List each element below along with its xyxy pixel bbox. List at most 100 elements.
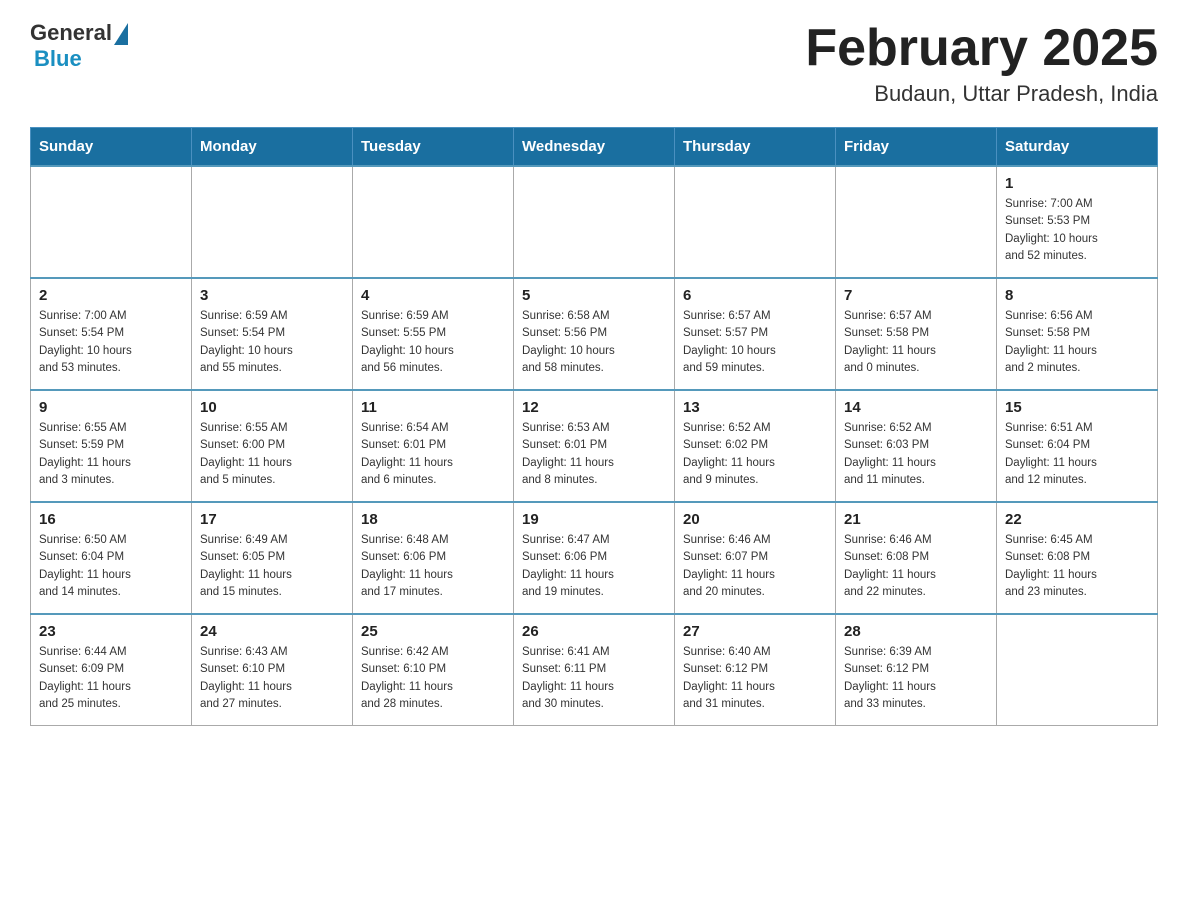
calendar-cell: 22Sunrise: 6:45 AM Sunset: 6:08 PM Dayli… xyxy=(997,502,1158,614)
day-number: 16 xyxy=(39,511,183,528)
day-info: Sunrise: 7:00 AM Sunset: 5:54 PM Dayligh… xyxy=(39,308,183,377)
week-row-2: 9 Sunrise: 6:55 AM Sunset: 5:59 PM Daylig… xyxy=(31,390,1158,502)
location-title: Budaun, Uttar Pradesh, India xyxy=(805,81,1158,107)
day-number: 7 xyxy=(844,287,988,304)
calendar-cell: 26 Sunrise: 6:41 AM Sunset: 6:11 PM Dayli… xyxy=(514,614,675,726)
day-info: Sunrise: 6:44 AM Sunset: 6:09 PM Dayligh… xyxy=(39,644,183,713)
month-title: February 2025 xyxy=(805,20,1158,77)
day-info: Sunrise: 6:50 AM Sunset: 6:04 PM Dayligh… xyxy=(39,532,183,601)
day-info: Sunrise: 6:55 AM Sunset: 6:00 PM Dayligh… xyxy=(200,420,344,489)
day-info: Sunrise: 6:51 AM Sunset: 6:04 PM Dayligh… xyxy=(1005,420,1149,489)
calendar-cell: 23 Sunrise: 6:44 AM Sunset: 6:09 PM Dayli… xyxy=(31,614,192,726)
day-info: Sunrise: 6:41 AM Sunset: 6:11 PM Dayligh… xyxy=(522,644,666,713)
day-info: Sunrise: 6:42 AM Sunset: 6:10 PM Dayligh… xyxy=(361,644,505,713)
week-row-4: 23 Sunrise: 6:44 AM Sunset: 6:09 PM Dayli… xyxy=(31,614,1158,726)
day-info: Sunrise: 6:40 AM Sunset: 6:12 PM Dayligh… xyxy=(683,644,827,713)
calendar-cell: 10 Sunrise: 6:55 AM Sunset: 6:00 PM Dayli… xyxy=(192,390,353,502)
calendar-cell: 5 Sunrise: 6:58 AM Sunset: 5:56 PM Daylig… xyxy=(514,278,675,390)
weekday-header-thursday: Thursday xyxy=(675,128,836,167)
day-info: Sunrise: 6:46 AM Sunset: 6:07 PM Dayligh… xyxy=(683,532,827,601)
calendar-cell: 24 Sunrise: 6:43 AM Sunset: 6:10 PM Dayli… xyxy=(192,614,353,726)
day-info: Sunrise: 6:46 AM Sunset: 6:08 PM Dayligh… xyxy=(844,532,988,601)
calendar-cell: 28 Sunrise: 6:39 AM Sunset: 6:12 PM Dayli… xyxy=(836,614,997,726)
logo-blue-text: Blue xyxy=(34,46,82,72)
day-info: Sunrise: 6:43 AM Sunset: 6:10 PM Dayligh… xyxy=(200,644,344,713)
day-number: 10 xyxy=(200,399,344,416)
calendar-cell xyxy=(31,166,192,278)
day-info: Sunrise: 6:59 AM Sunset: 5:55 PM Dayligh… xyxy=(361,308,505,377)
day-number: 27 xyxy=(683,623,827,640)
day-number: 23 xyxy=(39,623,183,640)
calendar-cell: 15Sunrise: 6:51 AM Sunset: 6:04 PM Dayli… xyxy=(997,390,1158,502)
day-info: Sunrise: 6:52 AM Sunset: 6:03 PM Dayligh… xyxy=(844,420,988,489)
day-number: 13 xyxy=(683,399,827,416)
calendar-cell: 27 Sunrise: 6:40 AM Sunset: 6:12 PM Dayli… xyxy=(675,614,836,726)
day-info: Sunrise: 6:58 AM Sunset: 5:56 PM Dayligh… xyxy=(522,308,666,377)
day-number: 1 xyxy=(1005,175,1149,192)
day-info: Sunrise: 6:52 AM Sunset: 6:02 PM Dayligh… xyxy=(683,420,827,489)
calendar-cell xyxy=(514,166,675,278)
day-number: 25 xyxy=(361,623,505,640)
week-row-3: 16 Sunrise: 6:50 AM Sunset: 6:04 PM Dayli… xyxy=(31,502,1158,614)
calendar-cell: 8 Sunrise: 6:56 AM Sunset: 5:58 PM Daylig… xyxy=(997,278,1158,390)
week-row-1: 2 Sunrise: 7:00 AM Sunset: 5:54 PM Daylig… xyxy=(31,278,1158,390)
day-number: 9 xyxy=(39,399,183,416)
title-area: February 2025 Budaun, Uttar Pradesh, Ind… xyxy=(805,20,1158,107)
day-number: 21 xyxy=(844,511,988,528)
day-number: 12 xyxy=(522,399,666,416)
day-info: Sunrise: 6:48 AM Sunset: 6:06 PM Dayligh… xyxy=(361,532,505,601)
calendar-cell: 18 Sunrise: 6:48 AM Sunset: 6:06 PM Dayli… xyxy=(353,502,514,614)
day-info: Sunrise: 6:49 AM Sunset: 6:05 PM Dayligh… xyxy=(200,532,344,601)
day-info: Sunrise: 6:57 AM Sunset: 5:58 PM Dayligh… xyxy=(844,308,988,377)
day-number: 4 xyxy=(361,287,505,304)
logo-blue-row: Blue xyxy=(32,46,82,72)
calendar-cell: 21 Sunrise: 6:46 AM Sunset: 6:08 PM Dayli… xyxy=(836,502,997,614)
week-row-0: 1 Sunrise: 7:00 AM Sunset: 5:53 PM Daylig… xyxy=(31,166,1158,278)
weekday-header-saturday: Saturday xyxy=(997,128,1158,167)
day-number: 6 xyxy=(683,287,827,304)
day-number: 18 xyxy=(361,511,505,528)
weekday-header-wednesday: Wednesday xyxy=(514,128,675,167)
day-info: Sunrise: 6:57 AM Sunset: 5:57 PM Dayligh… xyxy=(683,308,827,377)
calendar-cell: 12 Sunrise: 6:53 AM Sunset: 6:01 PM Dayli… xyxy=(514,390,675,502)
weekday-header-row: SundayMondayTuesdayWednesdayThursdayFrid… xyxy=(31,128,1158,167)
day-info: Sunrise: 6:56 AM Sunset: 5:58 PM Dayligh… xyxy=(1005,308,1149,377)
day-info: Sunrise: 6:53 AM Sunset: 6:01 PM Dayligh… xyxy=(522,420,666,489)
calendar-cell xyxy=(192,166,353,278)
weekday-header-sunday: Sunday xyxy=(31,128,192,167)
calendar-cell xyxy=(353,166,514,278)
day-number: 2 xyxy=(39,287,183,304)
day-number: 28 xyxy=(844,623,988,640)
day-number: 8 xyxy=(1005,287,1149,304)
day-info: Sunrise: 6:54 AM Sunset: 6:01 PM Dayligh… xyxy=(361,420,505,489)
calendar-table: SundayMondayTuesdayWednesdayThursdayFrid… xyxy=(30,127,1158,726)
calendar-cell: 11Sunrise: 6:54 AM Sunset: 6:01 PM Dayli… xyxy=(353,390,514,502)
day-number: 20 xyxy=(683,511,827,528)
calendar-cell: 7 Sunrise: 6:57 AM Sunset: 5:58 PM Daylig… xyxy=(836,278,997,390)
day-number: 19 xyxy=(522,511,666,528)
day-number: 14 xyxy=(844,399,988,416)
weekday-header-monday: Monday xyxy=(192,128,353,167)
logo-general-text: General xyxy=(30,20,112,46)
weekday-header-tuesday: Tuesday xyxy=(353,128,514,167)
day-number: 26 xyxy=(522,623,666,640)
day-info: Sunrise: 6:55 AM Sunset: 5:59 PM Dayligh… xyxy=(39,420,183,489)
calendar-cell: 14 Sunrise: 6:52 AM Sunset: 6:03 PM Dayli… xyxy=(836,390,997,502)
calendar-cell: 2 Sunrise: 7:00 AM Sunset: 5:54 PM Daylig… xyxy=(31,278,192,390)
calendar-cell xyxy=(836,166,997,278)
day-number: 24 xyxy=(200,623,344,640)
day-number: 5 xyxy=(522,287,666,304)
calendar-cell xyxy=(997,614,1158,726)
day-number: 17 xyxy=(200,511,344,528)
calendar-cell: 3Sunrise: 6:59 AM Sunset: 5:54 PM Daylig… xyxy=(192,278,353,390)
logo-triangle-icon xyxy=(114,23,128,45)
day-info: Sunrise: 6:59 AM Sunset: 5:54 PM Dayligh… xyxy=(200,308,344,377)
calendar-cell: 20 Sunrise: 6:46 AM Sunset: 6:07 PM Dayli… xyxy=(675,502,836,614)
calendar-cell: 1 Sunrise: 7:00 AM Sunset: 5:53 PM Daylig… xyxy=(997,166,1158,278)
calendar-cell: 19Sunrise: 6:47 AM Sunset: 6:06 PM Dayli… xyxy=(514,502,675,614)
day-info: Sunrise: 6:39 AM Sunset: 6:12 PM Dayligh… xyxy=(844,644,988,713)
day-info: Sunrise: 6:45 AM Sunset: 6:08 PM Dayligh… xyxy=(1005,532,1149,601)
logo-top: General xyxy=(30,20,128,46)
logo: General Blue xyxy=(30,20,128,72)
day-info: Sunrise: 7:00 AM Sunset: 5:53 PM Dayligh… xyxy=(1005,196,1149,265)
